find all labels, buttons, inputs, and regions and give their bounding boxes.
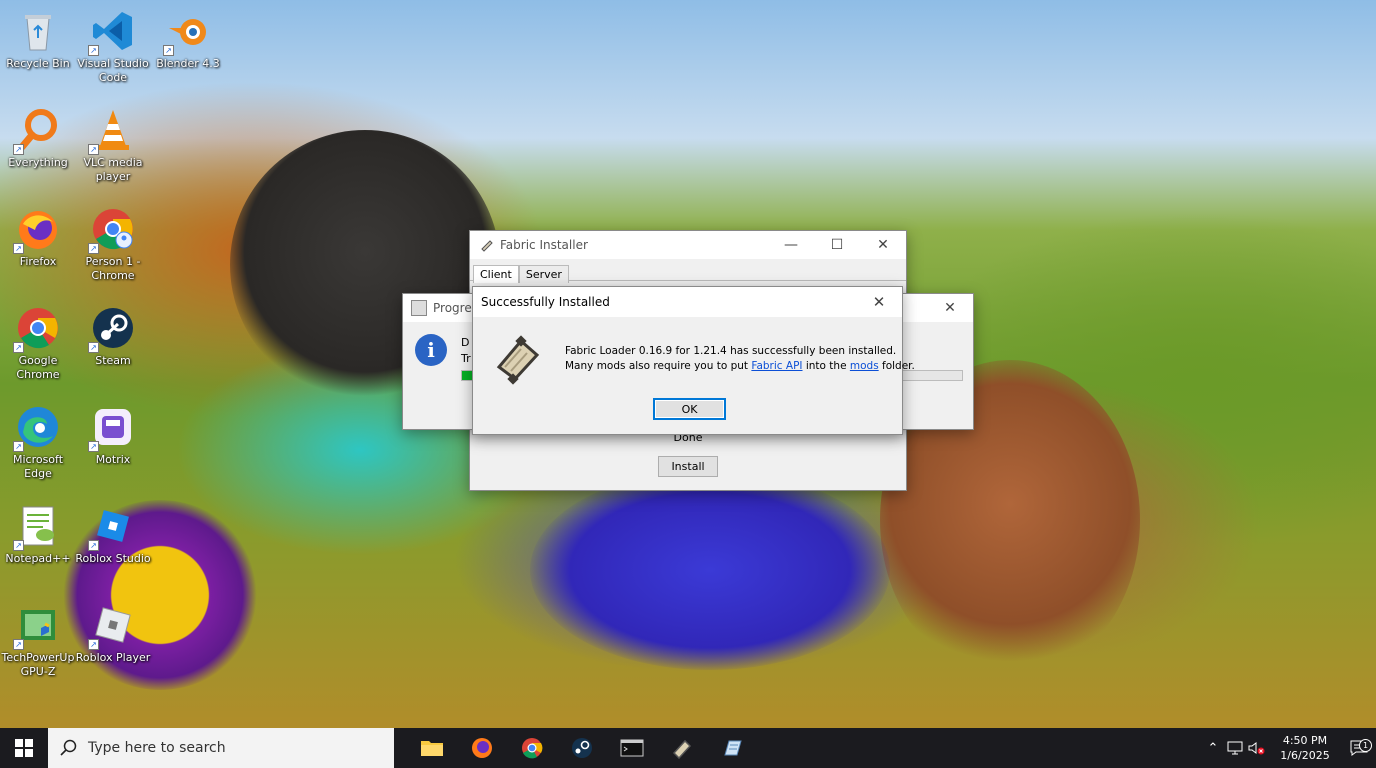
chrome-icon: ↗ xyxy=(13,305,61,353)
fabric-logo-icon xyxy=(491,331,547,387)
java-app-icon xyxy=(724,740,742,756)
terminal-icon xyxy=(620,739,644,757)
network-icon[interactable] xyxy=(1224,741,1246,755)
mods-link[interactable]: mods xyxy=(850,360,879,372)
desktop-icon-firefox[interactable]: ↗ Firefox xyxy=(0,206,76,269)
notepadpp-icon: ↗ xyxy=(13,503,61,551)
success-message-line1: Fabric Loader 0.16.9 for 1.21.4 has succ… xyxy=(565,345,897,357)
tab-bar: Client Server xyxy=(470,259,906,283)
desktop-icon-roblox-studio[interactable]: ↗ Roblox Studio xyxy=(75,503,151,566)
search-icon xyxy=(60,739,77,756)
tab-client[interactable]: Client xyxy=(473,265,519,283)
folder-icon xyxy=(421,741,443,756)
volume-muted-icon[interactable] xyxy=(1246,741,1268,755)
success-message: Fabric Loader 0.16.9 for 1.21.4 has succ… xyxy=(565,344,915,374)
desktop-icon-steam[interactable]: ↗ Steam xyxy=(75,305,151,368)
edge-icon: ↗ xyxy=(13,404,61,452)
desktop-icon-person1-chrome[interactable]: ↗ Person 1 - Chrome xyxy=(75,206,151,283)
desktop-icon-edge[interactable]: ↗ Microsoft Edge xyxy=(0,404,76,481)
progress-close-icon[interactable]: ✕ xyxy=(927,293,973,323)
firefox-icon: ↗ xyxy=(13,206,61,254)
roblox-studio-icon: ↗ xyxy=(88,503,136,551)
progress-line1: D xyxy=(461,336,470,349)
chrome-profile-icon: ↗ xyxy=(88,206,136,254)
chevron-up-icon[interactable]: ⌃ xyxy=(1202,741,1224,756)
taskbar-clock[interactable]: 4:50 PM 1/6/2025 xyxy=(1268,733,1342,763)
desktop-icon-gpuz[interactable]: ↗ TechPowerUp GPU-Z xyxy=(0,602,76,679)
taskbar-search-box[interactable]: Type here to search xyxy=(48,728,394,768)
desktop-icon-blender[interactable]: ↗ Blender 4.3 xyxy=(150,8,226,71)
install-button[interactable]: Install xyxy=(658,456,718,477)
start-button[interactable] xyxy=(0,728,48,768)
recycle-bin-icon xyxy=(15,8,61,54)
desktop-icon-vlc[interactable]: ↗ VLC media player xyxy=(75,107,151,184)
taskbar-fabric-installer[interactable] xyxy=(657,728,707,768)
desktop-icon-recycle-bin[interactable]: Recycle Bin xyxy=(0,8,76,71)
notification-count-badge: 1 xyxy=(1359,739,1372,752)
taskbar: Type here to search ⌃ 4:50 PM 1/6/2025 1 xyxy=(0,728,1376,768)
steam-icon xyxy=(572,738,592,758)
minimize-icon[interactable]: — xyxy=(768,230,814,260)
progress-line2: Tr xyxy=(461,352,471,365)
desktop-icon-roblox-player[interactable]: ↗ Roblox Player xyxy=(75,602,151,665)
ok-button[interactable]: OK xyxy=(653,398,726,420)
success-dialog-titlebar[interactable]: Successfully Installed ✕ xyxy=(473,287,902,317)
windows-logo-icon xyxy=(15,739,33,757)
taskbar-chrome[interactable] xyxy=(507,728,557,768)
search-placeholder: Type here to search xyxy=(88,740,226,756)
gpuz-icon: ↗ xyxy=(13,602,61,650)
desktop-icon-google-chrome[interactable]: ↗ Google Chrome xyxy=(0,305,76,382)
fabric-api-link[interactable]: Fabric API xyxy=(751,360,802,372)
chrome-icon xyxy=(522,738,543,759)
dialog-close-icon[interactable]: ✕ xyxy=(856,287,902,317)
notification-center-icon[interactable]: 1 xyxy=(1342,739,1376,756)
info-icon: i xyxy=(415,334,447,366)
close-icon[interactable]: ✕ xyxy=(860,230,906,260)
taskbar-java-app[interactable] xyxy=(707,728,757,768)
steam-icon: ↗ xyxy=(88,305,136,353)
blender-icon: ↗ xyxy=(163,8,211,56)
progress-window-title: Progre xyxy=(433,301,472,315)
success-dialog: Successfully Installed ✕ Fabric Loader 0… xyxy=(472,286,915,435)
system-tray: ⌃ 4:50 PM 1/6/2025 1 xyxy=(1202,728,1376,768)
desktop-icon-notepadpp[interactable]: ↗ Notepad++ xyxy=(0,503,76,566)
vscode-icon: ↗ xyxy=(88,8,136,56)
taskbar-firefox[interactable] xyxy=(457,728,507,768)
taskbar-terminal[interactable] xyxy=(607,728,657,768)
success-dialog-title: Successfully Installed xyxy=(481,295,610,309)
firefox-icon xyxy=(472,738,492,758)
success-message-line2: Many mods also require you to put Fabric… xyxy=(565,360,915,372)
wallpaper-tube xyxy=(530,470,890,670)
vlc-cone-icon: ↗ xyxy=(88,107,136,155)
roblox-player-icon: ↗ xyxy=(88,602,136,650)
fabric-scroll-icon xyxy=(672,739,692,759)
fabric-window-title: Fabric Installer xyxy=(500,238,588,252)
tab-server[interactable]: Server xyxy=(518,265,569,283)
java-app-icon xyxy=(411,300,427,316)
desktop-icon-everything[interactable]: ↗ Everything xyxy=(0,107,76,170)
desktop-icon-vscode[interactable]: ↗ Visual Studio Code xyxy=(75,8,151,85)
fabric-installer-titlebar[interactable]: Fabric Installer — ☐ ✕ xyxy=(470,231,906,259)
everything-search-icon: ↗ xyxy=(13,107,61,155)
maximize-icon[interactable]: ☐ xyxy=(814,230,860,260)
fabric-scroll-icon xyxy=(478,237,494,253)
desktop-icon-motrix[interactable]: ↗ Motrix xyxy=(75,404,151,467)
taskbar-steam[interactable] xyxy=(557,728,607,768)
motrix-icon: ↗ xyxy=(88,404,136,452)
clock-time: 4:50 PM xyxy=(1282,734,1328,747)
clock-date: 1/6/2025 xyxy=(1280,749,1330,762)
taskbar-file-explorer[interactable] xyxy=(407,728,457,768)
